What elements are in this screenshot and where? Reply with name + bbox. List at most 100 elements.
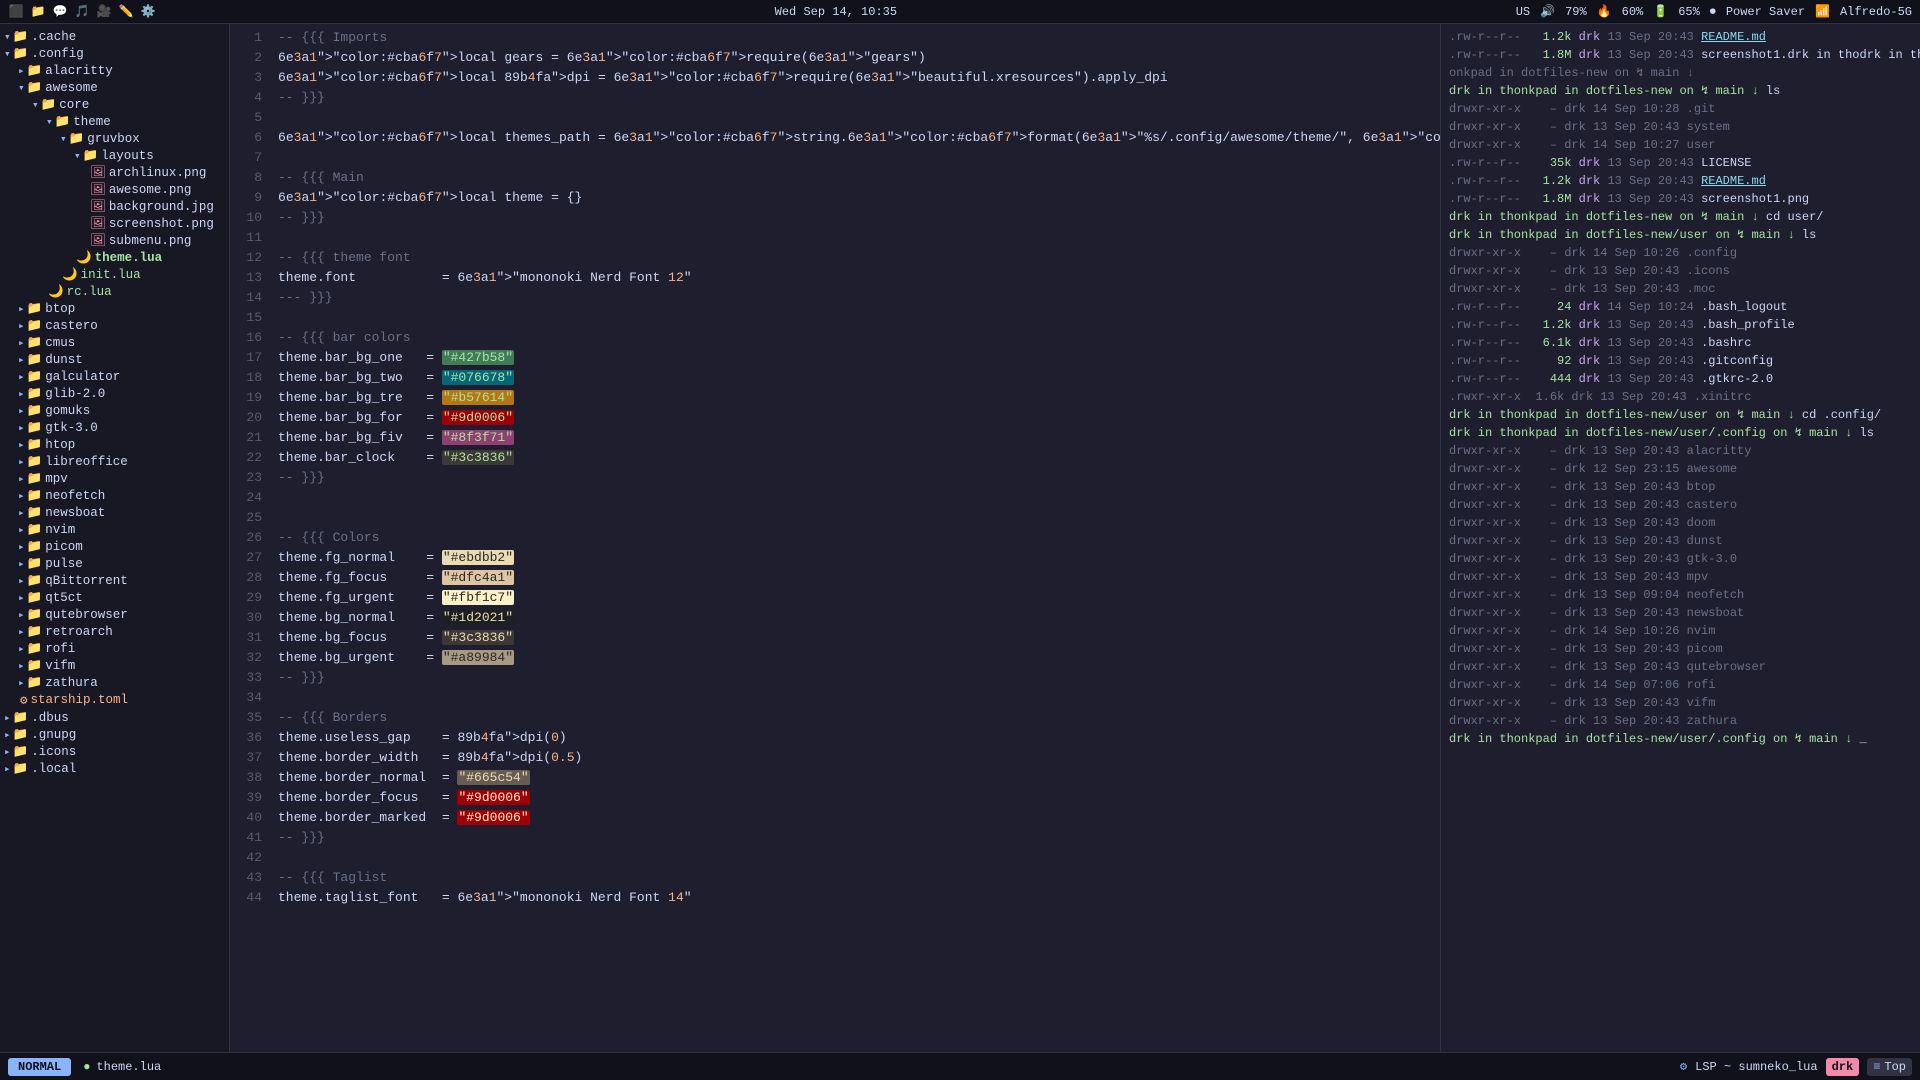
- folder-icon: 📁: [27, 420, 43, 435]
- terminal-line: drwxr-xr-x – drk 13 Sep 20:43 newsboat: [1449, 604, 1912, 622]
- code-line: 6e3a1">"color:#cba6f7">local gears = 6e3…: [278, 48, 1440, 68]
- code-editor: 1234567891011121314151617181920212223242…: [230, 24, 1440, 1052]
- app-icon-6[interactable]: ✏️: [118, 4, 134, 20]
- app-icon-7[interactable]: ⚙️: [140, 4, 156, 20]
- tree-item[interactable]: ▾ 📁core: [0, 96, 229, 113]
- line-number: 12: [234, 248, 262, 268]
- tree-item[interactable]: ▸ 📁alacritty: [0, 62, 229, 79]
- tree-item[interactable]: 🌙theme.lua: [0, 249, 229, 266]
- tree-icon: ▸: [18, 676, 25, 690]
- tree-item[interactable]: ▸ 📁qutebrowser: [0, 606, 229, 623]
- tree-item[interactable]: ▸ 📁cmus: [0, 334, 229, 351]
- tree-item[interactable]: ▸ 📁.dbus: [0, 709, 229, 726]
- tree-item-label: qt5ct: [45, 591, 83, 605]
- app-icon-5[interactable]: 🎥: [96, 4, 112, 20]
- terminal-line: drk in thonkpad in dotfiles-new/user/.co…: [1449, 424, 1912, 442]
- tree-item[interactable]: 🖼archlinux.png: [0, 164, 229, 181]
- code-line: -- }}}: [278, 88, 1440, 108]
- tree-icon: ▾: [18, 81, 25, 95]
- tree-item[interactable]: 🌙init.lua: [0, 266, 229, 283]
- tree-item[interactable]: ▸ 📁castero: [0, 317, 229, 334]
- code-line: -- {{{ Taglist: [278, 868, 1440, 888]
- folder-icon: 📁: [13, 727, 29, 742]
- tree-item[interactable]: 🖼submenu.png: [0, 232, 229, 249]
- wifi-label: Alfredo-5G: [1840, 5, 1912, 19]
- code-content[interactable]: -- {{{ Imports6e3a1">"color:#cba6f7">loc…: [270, 24, 1440, 1052]
- tree-item[interactable]: ▸ 📁gomuks: [0, 402, 229, 419]
- line-number: 19: [234, 388, 262, 408]
- tree-item[interactable]: ▸ 📁.local: [0, 760, 229, 777]
- tree-item[interactable]: ▾ 📁awesome: [0, 79, 229, 96]
- tree-item-label: qBittorrent: [45, 574, 128, 588]
- tree-icon: ▸: [4, 711, 11, 725]
- folder-icon: 📁: [27, 437, 43, 452]
- wifi-icon: 📶: [1815, 4, 1830, 19]
- statusbar: NORMAL ● theme.lua ⚙ LSP ~ sumneko_lua d…: [0, 1052, 1920, 1080]
- tree-item[interactable]: ▸ 📁newsboat: [0, 504, 229, 521]
- tree-icon: ▸: [18, 370, 25, 384]
- tree-icon: ▸: [18, 404, 25, 418]
- tree-item[interactable]: ▸ 📁picom: [0, 538, 229, 555]
- folder-icon: 📁: [27, 590, 43, 605]
- tree-item[interactable]: ▸ 📁zathura: [0, 674, 229, 691]
- tree-item[interactable]: ▸ 📁libreoffice: [0, 453, 229, 470]
- tree-item[interactable]: 🖼background.jpg: [0, 198, 229, 215]
- tree-icon: ▸: [18, 472, 25, 486]
- tree-item[interactable]: ▸ 📁retroarch: [0, 623, 229, 640]
- tree-item[interactable]: ▸ 📁dunst: [0, 351, 229, 368]
- tree-item[interactable]: ▸ 📁nvim: [0, 521, 229, 538]
- app-icon-1[interactable]: ⬛: [8, 4, 24, 20]
- folder-icon: 📁: [13, 744, 29, 759]
- tree-icon: ▾: [74, 149, 81, 163]
- app-icon-2[interactable]: 📁: [30, 4, 46, 20]
- tree-item-label: nvim: [45, 523, 75, 537]
- tree-item[interactable]: ▾ 📁theme: [0, 113, 229, 130]
- tree-item[interactable]: ▾ 📁.cache: [0, 28, 229, 45]
- tree-icon: ▾: [46, 115, 53, 129]
- tree-item[interactable]: 🌙rc.lua: [0, 283, 229, 300]
- tree-icon: ▸: [18, 659, 25, 673]
- app-icon-4[interactable]: 🎵: [74, 4, 90, 20]
- tree-item[interactable]: ▾ 📁.config: [0, 45, 229, 62]
- tree-item-label: castero: [45, 319, 98, 333]
- tree-item[interactable]: ▸ 📁.icons: [0, 743, 229, 760]
- tree-item[interactable]: ▸ 📁qt5ct: [0, 589, 229, 606]
- tree-item[interactable]: ▸ 📁gtk-3.0: [0, 419, 229, 436]
- tree-item[interactable]: ▸ 📁galculator: [0, 368, 229, 385]
- terminal-line: .rw-r--r-- 6.1k drk 13 Sep 20:43 .bashrc: [1449, 334, 1912, 352]
- tree-item[interactable]: ▸ 📁btop: [0, 300, 229, 317]
- folder-icon: 📁: [27, 369, 43, 384]
- tree-item[interactable]: ▸ 📁htop: [0, 436, 229, 453]
- code-line: theme.bar_bg_two = "#076678": [278, 368, 1440, 388]
- status-file-icon: ●: [83, 1060, 90, 1074]
- tree-icon: ▸: [18, 319, 25, 333]
- tree-item[interactable]: ▸ 📁glib-2.0: [0, 385, 229, 402]
- line-number: 11: [234, 228, 262, 248]
- keyboard-layout[interactable]: US: [1516, 5, 1530, 19]
- terminal-panel[interactable]: .rw-r--r-- 1.2k drk 13 Sep 20:43 README.…: [1440, 24, 1920, 1052]
- tree-item[interactable]: ▸ 📁rofi: [0, 640, 229, 657]
- tree-item[interactable]: ▸ 📁neofetch: [0, 487, 229, 504]
- line-number: 2: [234, 48, 262, 68]
- line-number: 1: [234, 28, 262, 48]
- terminal-line: .rw-r--r-- 1.8M drk 13 Sep 20:43 screens…: [1449, 46, 1912, 64]
- tree-item-label: .config: [31, 47, 84, 61]
- tree-item[interactable]: ▸ 📁pulse: [0, 555, 229, 572]
- tree-item[interactable]: ▸ 📁mpv: [0, 470, 229, 487]
- code-line: theme.fg_urgent = "#fbf1c7": [278, 588, 1440, 608]
- tree-item[interactable]: ▾ 📁gruvbox: [0, 130, 229, 147]
- gear-icon: ⚙: [1680, 1059, 1687, 1074]
- tree-item[interactable]: ▸ 📁qBittorrent: [0, 572, 229, 589]
- tree-item[interactable]: 🖼awesome.png: [0, 181, 229, 198]
- app-icon-3[interactable]: 💬: [52, 4, 68, 20]
- tree-item[interactable]: ▾ 📁layouts: [0, 147, 229, 164]
- tree-item[interactable]: ▸ 📁vifm: [0, 657, 229, 674]
- tree-item[interactable]: 🖼screenshot.png: [0, 215, 229, 232]
- tree-item[interactable]: ⚙starship.toml: [0, 691, 229, 709]
- volume-label[interactable]: 79%: [1565, 5, 1587, 19]
- file-tree: ▾ 📁.cache▾ 📁.config▸ 📁alacritty▾ 📁awesom…: [0, 24, 230, 1052]
- tree-item-label: libreoffice: [45, 455, 128, 469]
- line-number: 31: [234, 628, 262, 648]
- tree-item-label: gruvbox: [87, 132, 140, 146]
- tree-item[interactable]: ▸ 📁.gnupg: [0, 726, 229, 743]
